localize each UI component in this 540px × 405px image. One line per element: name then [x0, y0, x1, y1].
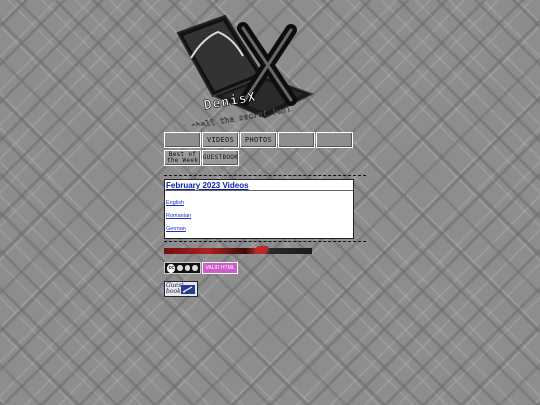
nav-button-videos[interactable]: VIDEOS	[202, 132, 239, 148]
nav-button-blank-1[interactable]	[164, 132, 201, 148]
link-romanian[interactable]: Romanian	[166, 213, 191, 219]
panel-title-link[interactable]: February 2023 Videos	[165, 180, 353, 191]
attribution-icon	[177, 265, 183, 271]
pen-icon	[181, 285, 195, 294]
cc-icon: cc	[167, 263, 176, 273]
top-divider	[164, 175, 366, 176]
nav-button-photos[interactable]: PHOTOS	[240, 132, 277, 148]
laptop-logo-icon: DenisX Here shall the secret fun!	[167, 14, 315, 126]
creative-commons-badge[interactable]: cc	[164, 262, 201, 274]
videos-panel: February 2023 Videos English Romanian Ge…	[164, 179, 354, 239]
link-english[interactable]: English	[166, 200, 184, 206]
nav-button-best-of-week[interactable]: Best of the Week	[164, 150, 201, 166]
noncommercial-icon	[184, 265, 191, 271]
nav-button-guestbook[interactable]: GUESTBOOK	[202, 150, 239, 166]
noderivs-icon	[192, 265, 198, 271]
bottom-divider	[164, 241, 366, 242]
site-logo[interactable]: DenisX Here shall the secret fun!	[163, 8, 348, 126]
nav-button-blank-3[interactable]	[316, 132, 353, 148]
decorative-banner-bar	[164, 248, 312, 254]
valid-html-badge[interactable]: VALID HTML	[202, 262, 238, 274]
nav-button-blank-2[interactable]	[278, 132, 315, 148]
link-german[interactable]: German	[166, 226, 186, 232]
guestbook-badge[interactable]: Guest book	[164, 281, 198, 297]
